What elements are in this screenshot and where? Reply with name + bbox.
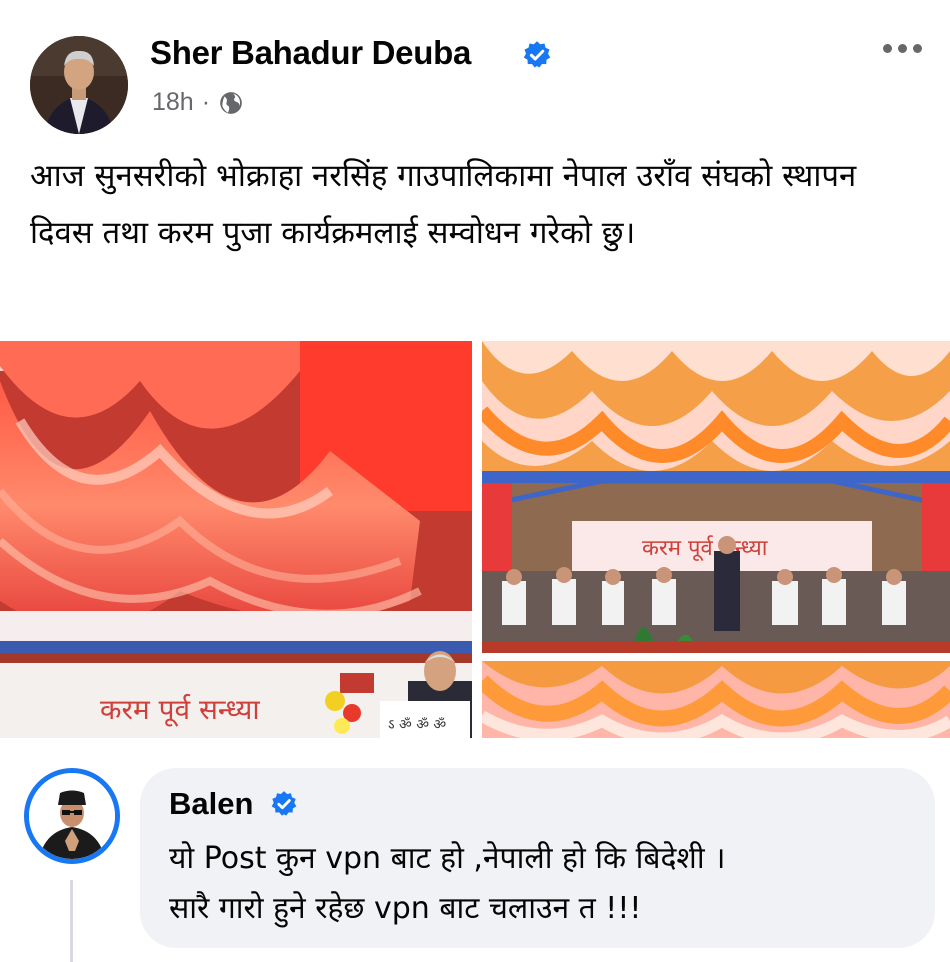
verified-badge-icon [523, 41, 551, 68]
comment-text: यो Post कुन vpn बाट हो ,नेपाली हो कि बिद… [169, 834, 929, 934]
more-horizontal-icon [882, 43, 892, 53]
post-photo[interactable] [482, 661, 950, 738]
photo-banner-text: करम पूर्व सन्ध्या [100, 693, 260, 727]
post-photo[interactable]: करम पूर्व सन्ध्या [482, 341, 950, 653]
svg-text:करम पूर्व सन्ध्या: करम पूर्व सन्ध्या [642, 535, 768, 562]
comment-line-1: यो Post कुन vpn बाट हो ,नेपाली हो कि बिद… [169, 841, 726, 876]
thread-line [70, 880, 73, 962]
post-text: आज सुनसरीको भोक्राहा नरसिंह गाउपालिकामा … [30, 158, 857, 251]
post-header: Sher Bahadur Deuba 18h · [0, 0, 950, 134]
commenter-name[interactable]: Balen [169, 786, 253, 822]
post-meta: 18h · [152, 88, 244, 117]
svg-text:ऽ ॐ ॐ ॐ: ऽ ॐ ॐ ॐ [388, 717, 446, 733]
photo-grid: करम पूर्व सन्ध्या ऽ ॐ ॐ ॐ करम पूर्व सन्ध… [0, 341, 950, 738]
more-options-button[interactable] [872, 28, 932, 68]
post-time[interactable]: 18h [152, 88, 194, 117]
post-photo[interactable]: करम पूर्व सन्ध्या ऽ ॐ ॐ ॐ [0, 341, 472, 738]
commenter-avatar[interactable] [24, 768, 120, 864]
comment-bubble: Balen यो Post कुन vpn बाट हो ,नेपाली हो … [140, 768, 935, 948]
globe-icon[interactable] [218, 90, 244, 116]
verified-badge-icon [271, 791, 297, 816]
author-avatar[interactable] [30, 36, 128, 134]
author-name[interactable]: Sher Bahadur Deuba [150, 34, 471, 72]
comment-line-2: सारै गारो हुने रहेछ vpn बाट चलाउन त !!! [169, 891, 642, 926]
meta-separator: · [201, 88, 211, 116]
